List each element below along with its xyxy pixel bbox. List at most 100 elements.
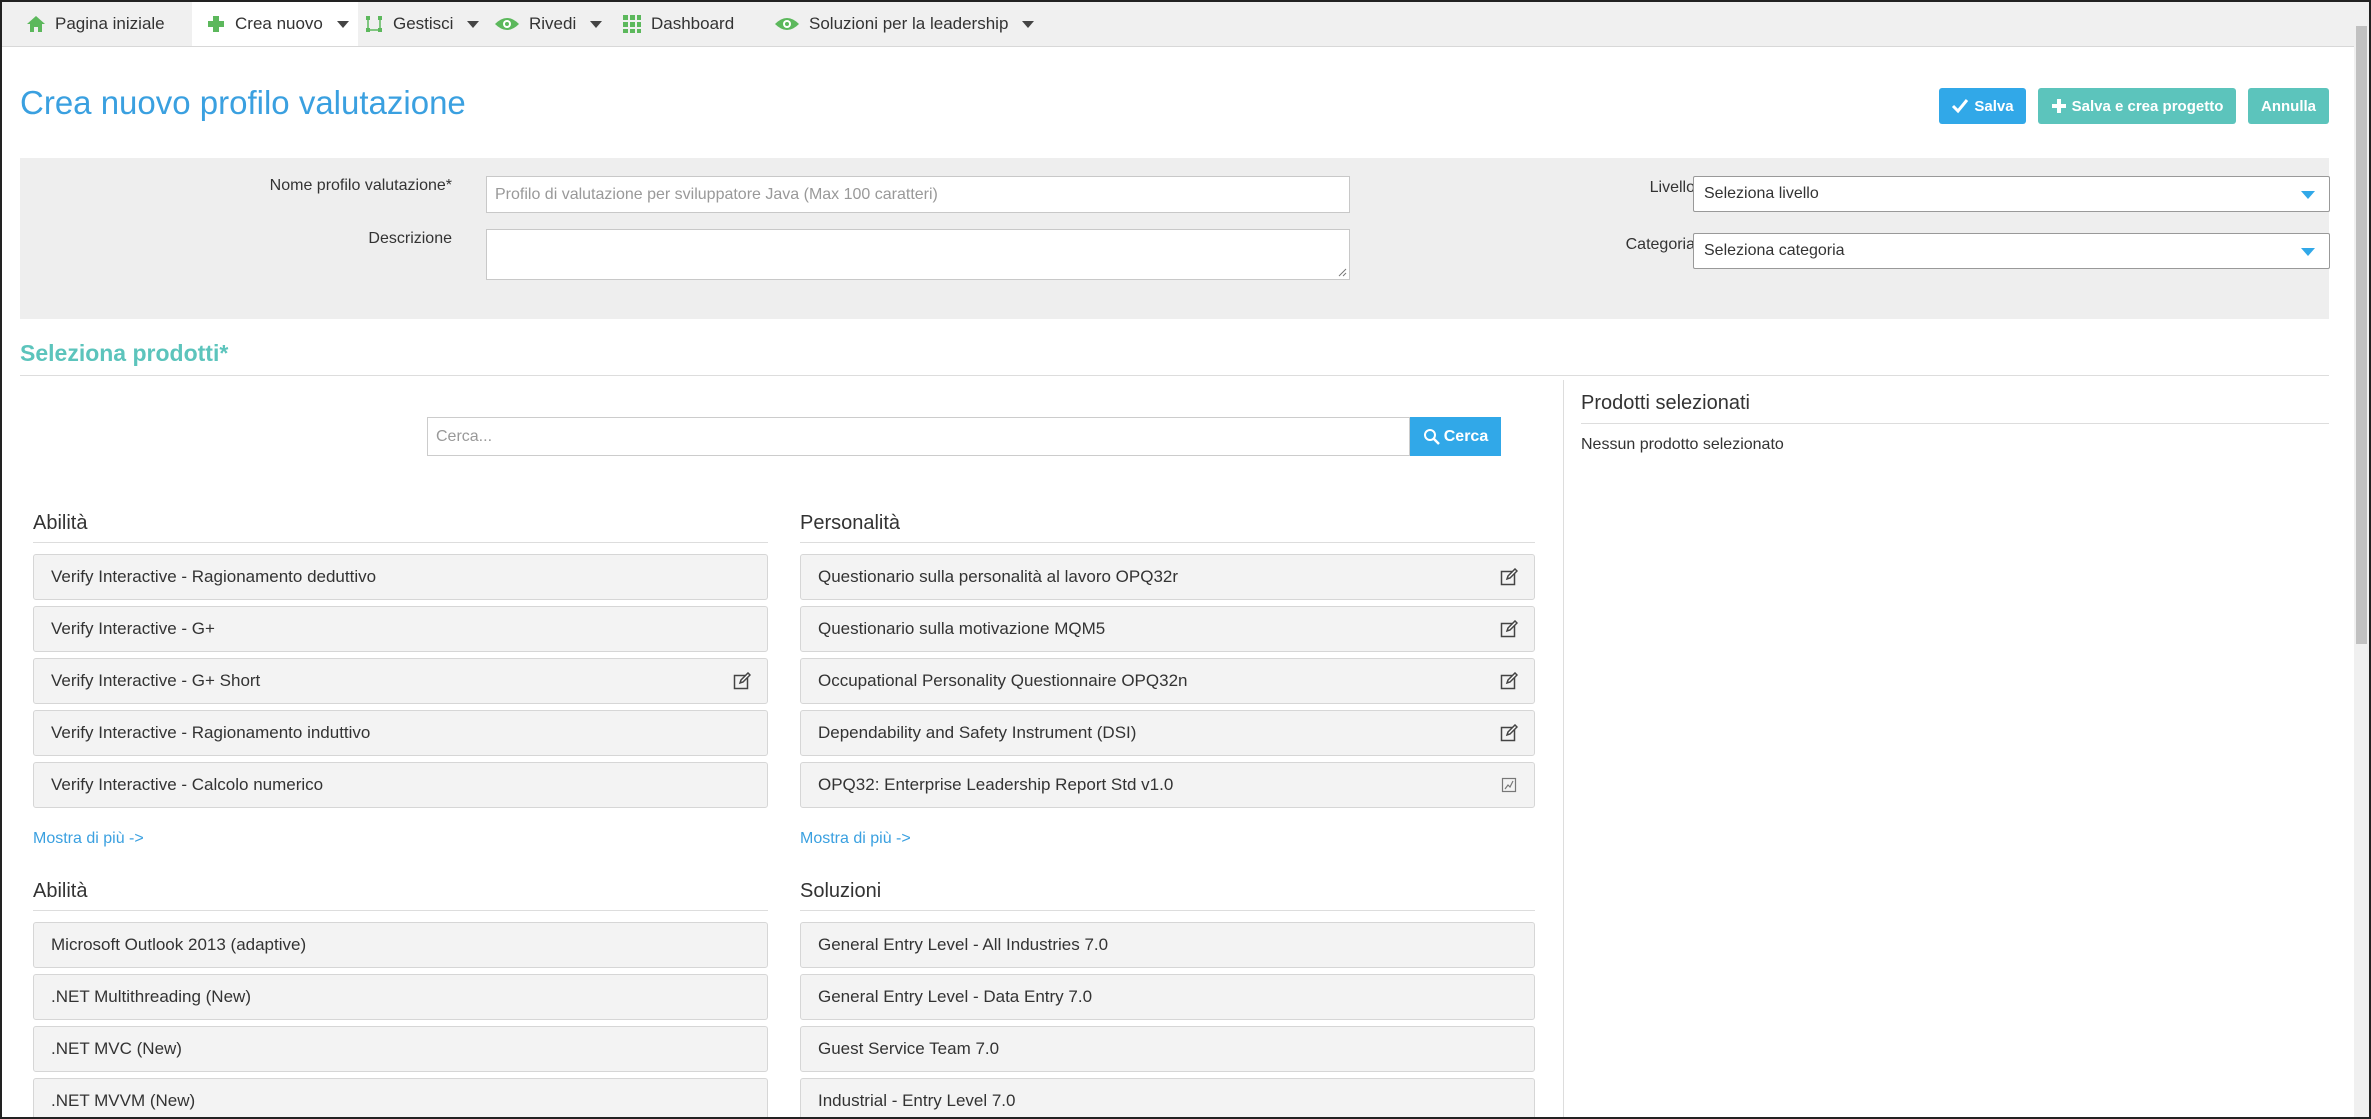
scrollbar-thumb[interactable]: [2356, 26, 2367, 644]
level-select-value: Seleziona livello: [1704, 185, 1819, 202]
category-label: Categoria: [1625, 236, 1695, 253]
nav-manage-label: Gestisci: [393, 14, 454, 33]
plus-icon: [208, 16, 224, 32]
search-icon: [1423, 429, 1440, 445]
product-item-label: Verify Interactive - G+ Short: [51, 671, 261, 690]
product-item-label: .NET MVVM (New): [51, 1091, 196, 1110]
profile-name-label: Nome profilo valutazione*: [269, 177, 452, 194]
product-item[interactable]: Guest Service Team 7.0: [800, 1026, 1535, 1072]
product-item[interactable]: General Entry Level - Data Entry 7.0: [800, 974, 1535, 1020]
top-nav: Pagina iniziale Crea nuovo Gestisci Rive…: [2, 2, 2354, 47]
product-item[interactable]: Questionario sulla motivazione MQM5: [800, 606, 1535, 652]
column-divider: [1563, 380, 1564, 1117]
product-item-label: General Entry Level - Data Entry 7.0: [818, 987, 1093, 1006]
group-title-abilities: Abilità: [33, 512, 88, 534]
group-title-solutions: Soluzioni: [800, 880, 882, 902]
group-title-personality: Personalità: [800, 512, 901, 534]
nav-create-new[interactable]: Crea nuovo: [192, 2, 358, 46]
group-divider: [33, 542, 768, 543]
save-and-create-project-label: Salva e crea progetto: [2071, 97, 2224, 115]
product-item[interactable]: .NET Multithreading (New): [33, 974, 768, 1020]
product-item[interactable]: Verify Interactive - Ragionamento dedutt…: [33, 554, 768, 600]
description-label: Descrizione: [368, 230, 452, 247]
edit-icon[interactable]: [733, 672, 751, 690]
app-window: Pagina iniziale Crea nuovo Gestisci Rive…: [0, 0, 2371, 1119]
nav-home-label: Pagina iniziale: [55, 14, 165, 33]
product-item-label: Microsoft Outlook 2013 (adaptive): [51, 935, 307, 954]
selected-products-divider: [1581, 423, 2329, 424]
product-item[interactable]: Verify Interactive - Calcolo numerico: [33, 762, 768, 808]
report-icon[interactable]: [1500, 776, 1518, 794]
chevron-down-icon: [336, 20, 349, 28]
product-item[interactable]: .NET MVVM (New): [33, 1078, 768, 1117]
category-select-value: Seleziona categoria: [1704, 242, 1845, 259]
section-title-products: Seleziona prodotti*: [20, 340, 229, 366]
product-search-input[interactable]: Cerca...: [427, 417, 1410, 456]
product-item[interactable]: Verify Interactive - Ragionamento indutt…: [33, 710, 768, 756]
show-more-link[interactable]: Mostra di più ->: [800, 830, 911, 848]
group-divider: [33, 910, 768, 911]
nav-leadership-solutions[interactable]: Soluzioni per la leadership: [774, 2, 1035, 46]
save-button[interactable]: Salva: [1939, 88, 2026, 124]
product-item[interactable]: .NET MVC (New): [33, 1026, 768, 1072]
product-item[interactable]: Questionario sulla personalità al lavoro…: [800, 554, 1535, 600]
manage-icon: [366, 16, 382, 32]
product-item[interactable]: Occupational Personality Questionnaire O…: [800, 658, 1535, 704]
nav-review-label: Rivedi: [529, 14, 577, 33]
plus-icon: [2051, 99, 2066, 113]
cancel-button[interactable]: Annulla: [2248, 88, 2329, 124]
search-button-label: Cerca: [1443, 427, 1489, 445]
level-label: Livello: [1649, 179, 1695, 196]
chevron-down-icon: [2301, 191, 2315, 199]
product-item-label: Occupational Personality Questionnaire O…: [818, 671, 1188, 690]
product-item[interactable]: Verify Interactive - G+: [33, 606, 768, 652]
product-item-label: Verify Interactive - Ragionamento indutt…: [51, 723, 371, 742]
description-textarea[interactable]: [486, 229, 1350, 280]
product-item[interactable]: General Entry Level - All Industries 7.0: [800, 922, 1535, 968]
show-more-link[interactable]: Mostra di più ->: [33, 830, 144, 848]
product-item-label: OPQ32: Enterprise Leadership Report Std …: [818, 775, 1174, 794]
search-button[interactable]: Cerca: [1410, 417, 1501, 456]
product-item-label: Verify Interactive - Calcolo numerico: [51, 775, 324, 794]
group-divider: [800, 542, 1535, 543]
product-item[interactable]: OPQ32: Enterprise Leadership Report Std …: [800, 762, 1535, 808]
edit-icon[interactable]: [1500, 620, 1518, 638]
product-item-label: Questionario sulla motivazione MQM5: [818, 619, 1106, 638]
product-item[interactable]: Verify Interactive - G+ Short: [33, 658, 768, 704]
product-item-label: Questionario sulla personalità al lavoro…: [818, 567, 1179, 586]
save-and-create-project-button[interactable]: Salva e crea progetto: [2038, 88, 2236, 124]
resize-handle-icon[interactable]: [1337, 267, 1347, 277]
product-item-label: General Entry Level - All Industries 7.0: [818, 935, 1109, 954]
edit-icon[interactable]: [1500, 568, 1518, 586]
group-divider: [800, 910, 1535, 911]
edit-icon[interactable]: [1500, 672, 1518, 690]
product-item-label: Verify Interactive - G+: [51, 619, 215, 638]
nav-dashboard[interactable]: Dashboard: [622, 2, 734, 46]
nav-create-new-label: Crea nuovo: [235, 14, 323, 33]
product-item-label: .NET MVC (New): [51, 1039, 182, 1058]
check-icon: [1952, 99, 1969, 114]
profile-form-panel: Nome profilo valutazione* Profilo di val…: [20, 158, 2330, 319]
product-item[interactable]: Dependability and Safety Instrument (DSI…: [800, 710, 1535, 756]
selected-products-title: Prodotti selezionati: [1581, 392, 1750, 414]
product-item-label: Verify Interactive - Ragionamento dedutt…: [51, 567, 377, 586]
nav-dashboard-label: Dashboard: [651, 14, 735, 33]
nav-home[interactable]: Pagina iniziale: [26, 2, 165, 46]
chevron-down-icon: [590, 20, 603, 28]
product-item-label: Dependability and Safety Instrument (DSI…: [818, 723, 1137, 742]
product-item[interactable]: Microsoft Outlook 2013 (adaptive): [33, 922, 768, 968]
profile-name-input[interactable]: Profilo di valutazione per sviluppatore …: [486, 176, 1350, 213]
nav-review[interactable]: Rivedi: [494, 2, 603, 46]
product-item[interactable]: Industrial - Entry Level 7.0: [800, 1078, 1535, 1117]
chevron-down-icon: [1022, 20, 1035, 28]
nav-leadership-solutions-label: Soluzioni per la leadership: [809, 14, 1009, 33]
category-select[interactable]: Seleziona categoria: [1693, 233, 2330, 269]
chevron-down-icon: [467, 20, 480, 28]
level-select[interactable]: Seleziona livello: [1693, 176, 2330, 212]
edit-icon[interactable]: [1500, 724, 1518, 742]
section-divider: [20, 375, 2329, 376]
chevron-down-icon: [2301, 248, 2315, 256]
nav-manage[interactable]: Gestisci: [364, 2, 480, 46]
home-icon: [27, 16, 45, 32]
save-button-label: Salva: [1974, 97, 2014, 115]
